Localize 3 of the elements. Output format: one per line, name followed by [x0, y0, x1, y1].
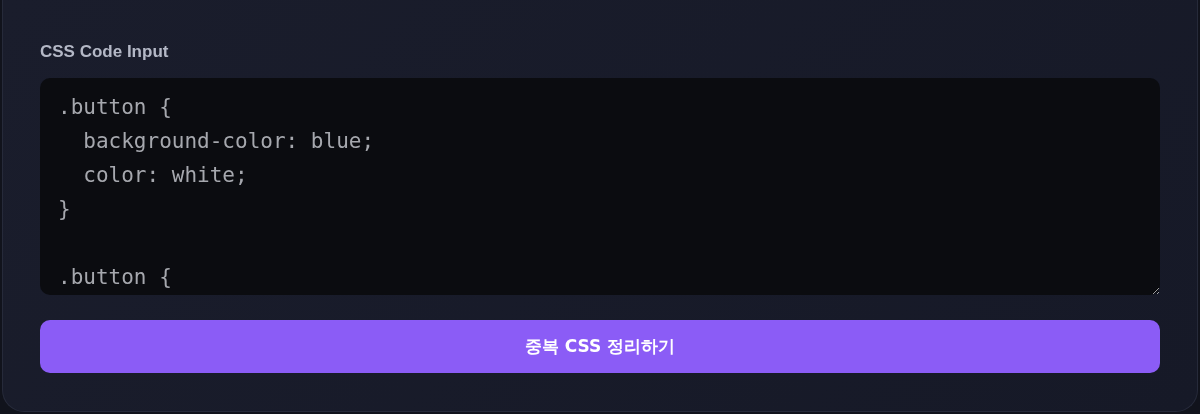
submit-button[interactable]: 중복 CSS 정리하기	[40, 320, 1160, 373]
field-label: CSS Code Input	[40, 42, 170, 62]
code-input-field[interactable]: .button { background-color: blue; color: white; } .button {	[40, 78, 1160, 295]
